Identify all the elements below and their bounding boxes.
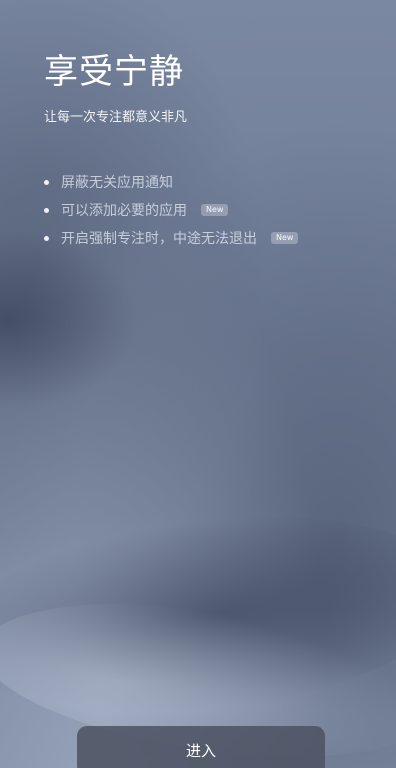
new-badge: New <box>201 204 229 216</box>
feature-item: 可以添加必要的应用 New <box>44 196 298 224</box>
feature-text: 屏蔽无关应用通知 <box>61 175 173 191</box>
feature-list: 屏蔽无关应用通知 可以添加必要的应用 New 开启强制专注时，中途无法退出 Ne… <box>44 168 299 252</box>
feature-item: 开启强制专注时，中途无法退出 New <box>44 224 299 252</box>
bullet-icon <box>44 207 49 213</box>
feature-text: 开启强制专注时，中途无法退出 <box>61 231 257 247</box>
new-badge: New <box>271 232 299 244</box>
page-subtitle: 让每一次专注都意义非凡 <box>44 110 188 125</box>
bullet-icon <box>44 235 49 241</box>
bullet-icon <box>44 179 49 185</box>
page-title: 享受宁静 <box>44 52 184 92</box>
background-cloud <box>0 230 140 410</box>
enter-button[interactable]: 进入 <box>77 726 325 768</box>
feature-text: 可以添加必要的应用 <box>61 203 187 219</box>
feature-item: 屏蔽无关应用通知 <box>44 168 298 196</box>
